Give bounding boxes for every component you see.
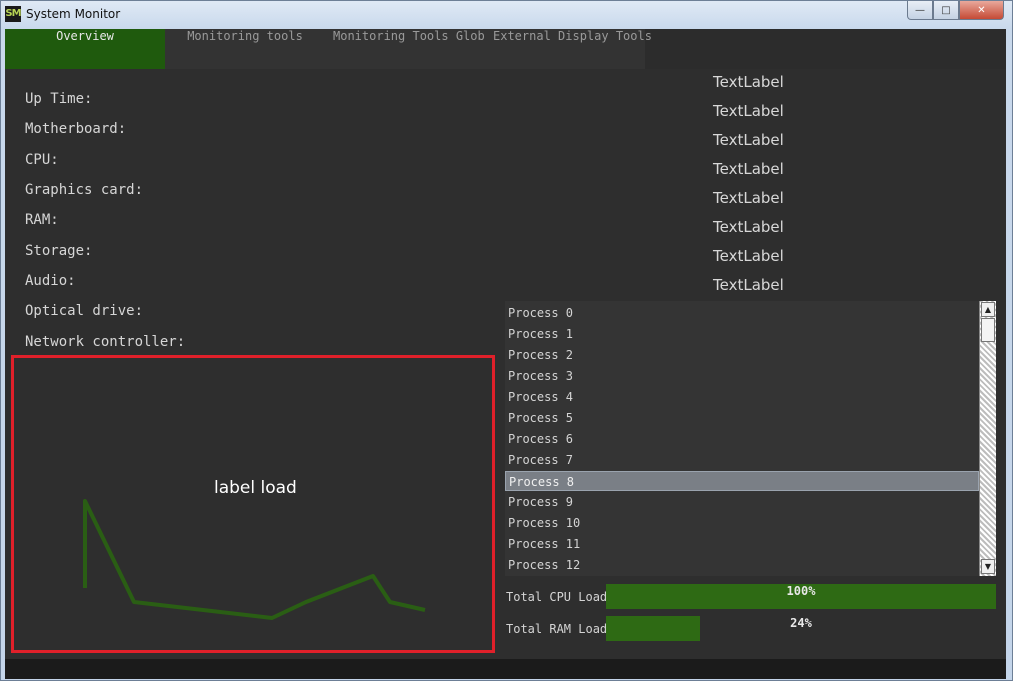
list-item-selected[interactable]: Process 8	[505, 471, 979, 491]
cpu-load-label: Total CPU Load	[506, 590, 608, 604]
uptime-label: Up Time:	[25, 91, 93, 107]
status-bar	[5, 659, 1006, 679]
cpu-label: CPU:	[25, 152, 59, 168]
value-label: TextLabel	[713, 247, 784, 265]
load-chart: label load	[11, 355, 495, 653]
window-controls: — □ ✕	[907, 1, 1004, 21]
minimize-button[interactable]: —	[907, 1, 933, 20]
list-item[interactable]: Process 6	[505, 429, 979, 449]
app-logo-icon: SM	[5, 6, 22, 22]
value-label: TextLabel	[713, 131, 784, 149]
tab-monitoring-tools[interactable]: Monitoring tools	[165, 29, 325, 69]
storage-label: Storage:	[25, 243, 93, 259]
process-list-scrollbar[interactable]: ▲ ▼	[979, 301, 996, 576]
ram-load-percent: 24%	[790, 616, 812, 630]
cpu-load-percent: 100%	[786, 584, 816, 598]
list-item[interactable]: Process 5	[505, 408, 979, 428]
tab-external-display-tools[interactable]: External Display Tools	[485, 29, 652, 69]
client-area: Overview Monitoring tools Monitoring Too…	[5, 29, 1006, 679]
ram-load-label: Total RAM Load	[506, 622, 608, 636]
process-list[interactable]: Process 0 Process 1 Process 2 Process 3 …	[505, 301, 996, 576]
title-bar[interactable]: SM System Monitor — □ ✕	[1, 1, 1012, 29]
list-item[interactable]: Process 0	[505, 303, 979, 323]
list-item[interactable]: Process 7	[505, 450, 979, 470]
tab-overview[interactable]: Overview	[5, 29, 165, 69]
overview-panel: Up Time: Motherboard: CPU: Graphics card…	[5, 69, 1006, 659]
list-item[interactable]: Process 10	[505, 513, 979, 533]
ram-label: RAM:	[25, 212, 59, 228]
cpu-load-bar: 100%	[606, 584, 996, 609]
value-label: TextLabel	[713, 276, 784, 294]
value-label: TextLabel	[713, 189, 784, 207]
motherboard-label: Motherboard:	[25, 121, 127, 137]
scroll-up-arrow-icon[interactable]: ▲	[981, 302, 995, 317]
list-item[interactable]: Process 2	[505, 345, 979, 365]
list-item[interactable]: Process 3	[505, 366, 979, 386]
chart-label: label load	[214, 478, 297, 498]
network-controller-label: Network controller:	[25, 334, 186, 350]
maximize-button[interactable]: □	[933, 1, 959, 20]
window-title: System Monitor	[26, 7, 121, 21]
graphics-card-label: Graphics card:	[25, 182, 144, 198]
value-label: TextLabel	[713, 218, 784, 236]
tab-bar: Overview Monitoring tools Monitoring Too…	[5, 29, 652, 69]
tab-monitoring-tools-global[interactable]: Monitoring Tools Global	[325, 29, 499, 69]
list-item[interactable]: Process 12	[505, 555, 979, 575]
ram-load-bar: 24%	[606, 616, 996, 641]
scroll-down-arrow-icon[interactable]: ▼	[981, 559, 995, 574]
value-label: TextLabel	[713, 102, 784, 120]
list-item[interactable]: Process 9	[505, 492, 979, 512]
close-button[interactable]: ✕	[959, 1, 1004, 20]
app-window: SM System Monitor — □ ✕ Overview Monitor…	[0, 0, 1013, 681]
optical-drive-label: Optical drive:	[25, 303, 144, 319]
load-chart-plot	[83, 499, 426, 620]
load-line	[83, 499, 426, 620]
audio-label: Audio:	[25, 273, 76, 289]
value-label: TextLabel	[713, 160, 784, 178]
list-item[interactable]: Process 1	[505, 324, 979, 344]
value-label: TextLabel	[713, 73, 784, 91]
list-item[interactable]: Process 4	[505, 387, 979, 407]
list-item[interactable]: Process 11	[505, 534, 979, 554]
scrollbar-thumb[interactable]	[981, 318, 995, 342]
